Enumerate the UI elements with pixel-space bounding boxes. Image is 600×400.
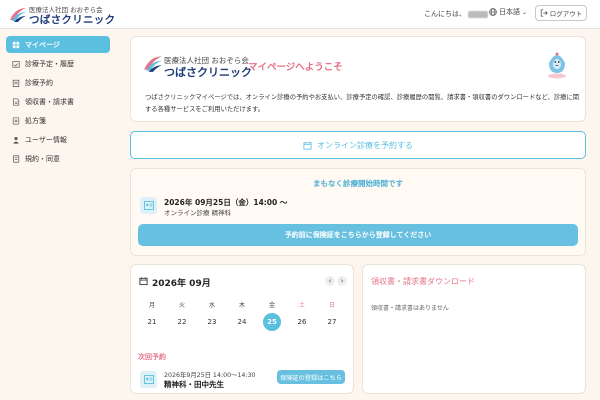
weekday-wed: 水 [208,302,215,309]
welcome-clinic-name: つばさクリニック [164,66,252,79]
logout-button[interactable]: ログアウト [535,5,587,21]
sidebar-item-label: 規約・同意 [25,154,60,163]
sidebar-item-label: 領収書・請求書 [25,97,74,106]
clinic-logo[interactable]: 医療法人社団 おおぞら会 つばさクリニック [9,3,115,27]
welcome-description: つばさクリニックマイページでは、オンライン診療の予約やお支払い、診療予定の確認、… [145,94,580,113]
calendar-day[interactable]: 23 [200,313,224,331]
upcoming-title: まもなく診療開始時間です [313,179,403,188]
chevron-left-icon: ‹ [328,277,332,285]
document-icon [13,97,20,106]
logout-label: ログアウト [549,10,583,18]
language-select[interactable]: 日本語 ⌄ [489,7,527,17]
sidebar-item-label: 診療予約 [25,78,53,87]
header: 医療法人社団 おおぞら会 つばさクリニック こんにちは、 日本語 ⌄ ログアウト [0,0,600,29]
receipts-title: 領収書・請求書ダウンロード [371,277,475,286]
sidebar-item-label: 処方箋 [25,116,46,125]
weekday-tue: 火 [178,302,185,309]
calendar-next-button[interactable]: › [337,276,347,286]
calendar-day-selected[interactable]: 25 [263,313,281,331]
sidebar-item-receipts[interactable]: 領収書・請求書 [6,93,110,110]
calendar-check-icon [12,60,20,68]
weekday-sun: 日 [328,302,335,309]
sidebar-item-label: 診療予定・履歴 [25,59,74,68]
calendar-day[interactable]: 26 [290,313,314,331]
prescription-icon [12,116,20,125]
sidebar-item-schedule-history[interactable]: 診療予定・履歴 [6,55,110,72]
calendar-icon [139,277,148,286]
online-consultation-reserve-button[interactable]: オンライン診療を予約する [130,131,586,159]
calendar-month-title: 2026年 09月 [152,279,211,289]
sidebar-item-mypage[interactable]: マイページ [6,36,110,53]
chevron-right-icon: › [340,277,344,285]
weekday-thu: 木 [238,302,245,309]
insurance-register-button[interactable]: 予約前に保険証をこちらから登録してください [138,224,578,246]
weekday-fri: 金 [268,302,275,309]
document-list-icon [13,154,20,163]
sidebar-item-reservation[interactable]: 診療予約 [6,74,110,91]
globe-icon [489,8,497,16]
sidebar-item-prescription[interactable]: 処方箋 [6,112,110,129]
user-icon [13,136,19,144]
insurance-register-small-button[interactable]: 保険証の登録はこちら [277,370,345,384]
language-label: 日本語 [499,8,520,16]
home-icon [12,41,20,48]
greeting-text: こんにちは、 [424,10,466,18]
calendar-day[interactable]: 27 [320,313,344,331]
clipboard-icon [12,79,20,87]
clinic-name: つばさクリニック [29,14,116,26]
id-card-icon [143,201,154,210]
wing-logo-icon [10,8,26,22]
receipts-empty-text: 領収書・請求書はありません [371,305,449,312]
user-name-redacted [468,10,488,18]
calendar-day[interactable]: 24 [230,313,254,331]
greeting: こんにちは、 [424,9,488,19]
next-appointment-label: 次回予約 [138,353,166,361]
weekday-mon: 月 [148,302,155,309]
wing-logo-icon [144,56,162,72]
logout-icon [540,9,548,17]
next-appointment-icon [140,371,157,388]
sidebar-item-label: ユーザー情報 [25,135,67,144]
welcome-title: マイページへようこそ [248,62,343,73]
weekday-sat: 土 [298,302,305,309]
calendar-prev-button[interactable]: ‹ [325,276,335,286]
calendar-icon [303,141,312,150]
sidebar-item-label: マイページ [25,40,60,49]
next-appointment-doctor: 精神科・田中先生 [164,380,224,389]
sidebar-item-user-info[interactable]: ユーザー情報 [6,131,110,148]
calendar-day[interactable]: 21 [140,313,164,331]
appointment-type: オンライン診療 精神科 [164,209,232,217]
id-card-icon [143,375,154,384]
next-appointment-time: 2026年9月25日 14:00〜14:30 [164,372,256,379]
appointment-icon [140,197,157,214]
calendar-day[interactable]: 22 [170,313,194,331]
chevron-down-icon: ⌄ [522,8,528,16]
mascot-icon [548,52,566,79]
reserve-button-label: オンライン診療を予約する [317,140,413,150]
sidebar-item-terms[interactable]: 規約・同意 [6,150,110,167]
